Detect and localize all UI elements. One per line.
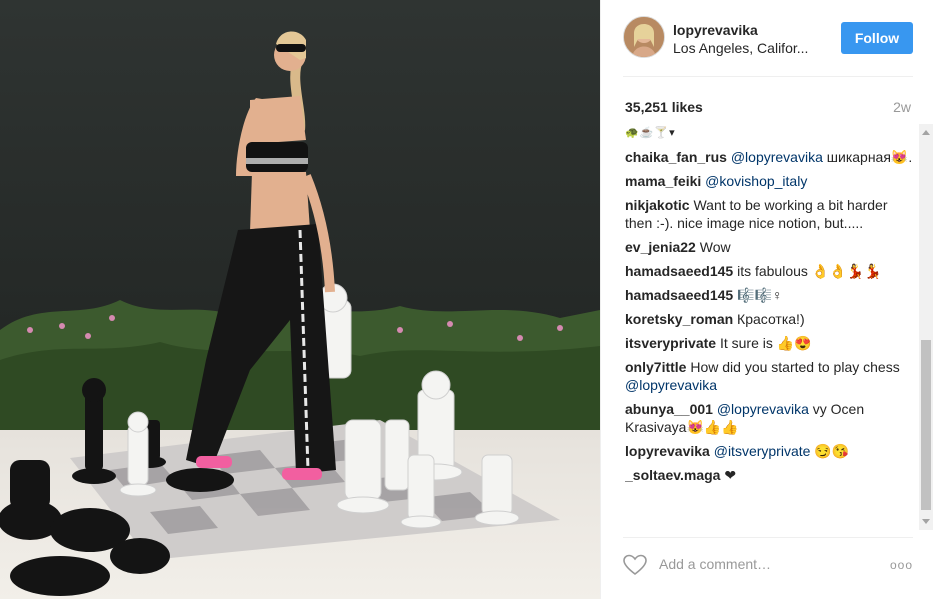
comment-item: mama_feiki @kovishop_italy — [625, 172, 915, 190]
comment-text: ❤ — [720, 467, 737, 483]
comment-item: chaika_fan_rus @lopyrevavika шикарная😻. — [625, 148, 915, 166]
heart-icon[interactable] — [623, 554, 647, 576]
comment-username[interactable]: _soltaev.maga — [625, 467, 720, 483]
post-sidebar: lopyrevavika Los Angeles, Califor... Fol… — [600, 0, 933, 599]
post-age[interactable]: 2w — [893, 99, 911, 115]
comment-item: nikjakotic Want to be working a bit hard… — [625, 196, 915, 232]
comments-list[interactable]: 🐢☕🍸▾ chaika_fan_rus @lopyrevavika шикарн… — [625, 124, 915, 530]
comment-username[interactable]: nikjakotic — [625, 197, 690, 213]
comment-item: itsveryprivate It sure is 👍😍 — [625, 334, 915, 352]
comment-text: its fabulous 👌👌💃💃 — [733, 263, 882, 279]
comment-text: 😏😘 — [810, 443, 850, 459]
comment-text: Wow — [695, 239, 731, 255]
username-link[interactable]: lopyrevavika — [673, 22, 758, 38]
add-comment-input[interactable]: Add a comment… — [659, 556, 771, 572]
post-footer: Add a comment… ooo — [623, 537, 913, 592]
comment-text: шикарная😻. — [822, 149, 913, 165]
comment-item: hamadsaeed145 🎼🎼♀ — [625, 286, 915, 304]
location-link[interactable]: Los Angeles, Califor... — [673, 40, 808, 56]
more-options-icon[interactable]: ooo — [890, 558, 913, 572]
comment-username[interactable]: only7ittle — [625, 359, 686, 375]
scroll-up-icon[interactable] — [922, 130, 930, 135]
comment-username[interactable]: itsveryprivate — [625, 335, 716, 351]
scrollbar-thumb[interactable] — [921, 340, 931, 510]
comment-username[interactable]: hamadsaeed145 — [625, 287, 733, 303]
comment-item: only7ittle How did you started to play c… — [625, 358, 915, 394]
comment-item: lopyrevavika @itsveryprivate 😏😘 — [625, 442, 915, 460]
comment-username[interactable]: mama_feiki — [625, 173, 701, 189]
follow-button[interactable]: Follow — [841, 22, 913, 54]
comment-username[interactable]: chaika_fan_rus — [625, 149, 727, 165]
comment-username[interactable]: hamadsaeed145 — [625, 263, 733, 279]
comment-text: Красотка!) — [733, 311, 805, 327]
post-photo[interactable] — [0, 0, 600, 599]
comment-mention[interactable]: @lopyrevavika — [625, 377, 717, 393]
comment-item: koretsky_roman Красотка!) — [625, 310, 915, 328]
comment-text: 🎼🎼♀ — [733, 287, 783, 303]
comment-item: abunya__001 @lopyrevavika vy Ocen Krasiv… — [625, 400, 915, 436]
comment-username[interactable]: ev_jenia22 — [625, 239, 696, 255]
comment-username[interactable]: koretsky_roman — [625, 311, 733, 327]
avatar-image — [624, 17, 664, 57]
comment-text: How did you started to play chess — [686, 359, 900, 375]
comment-mention[interactable]: @kovishop_italy — [705, 173, 807, 189]
truncated-comment: 🐢☕🍸▾ — [625, 127, 676, 139]
comment-text: It sure is 👍😍 — [716, 335, 812, 351]
avatar[interactable] — [623, 16, 665, 58]
comment-mention[interactable]: @itsveryprivate — [714, 443, 811, 459]
comment-username[interactable]: abunya__001 — [625, 401, 713, 417]
comments-scrollbar[interactable] — [919, 124, 933, 530]
comment-mention[interactable]: @lopyrevavika — [717, 401, 809, 417]
post-header: lopyrevavika Los Angeles, Califor... Fol… — [623, 16, 913, 77]
comment-username[interactable]: lopyrevavika — [625, 443, 710, 459]
comment-mention[interactable]: @lopyrevavika — [731, 149, 823, 165]
scroll-down-icon[interactable] — [922, 519, 930, 524]
comment-item: hamadsaeed145 its fabulous 👌👌💃💃 — [625, 262, 915, 280]
comment-item: _soltaev.maga ❤ — [625, 466, 915, 484]
post-image — [0, 0, 600, 599]
instagram-post-modal: lopyrevavika Los Angeles, Califor... Fol… — [0, 0, 933, 599]
likes-count[interactable]: 35,251 likes — [625, 99, 703, 115]
comment-item: ev_jenia22 Wow — [625, 238, 915, 256]
